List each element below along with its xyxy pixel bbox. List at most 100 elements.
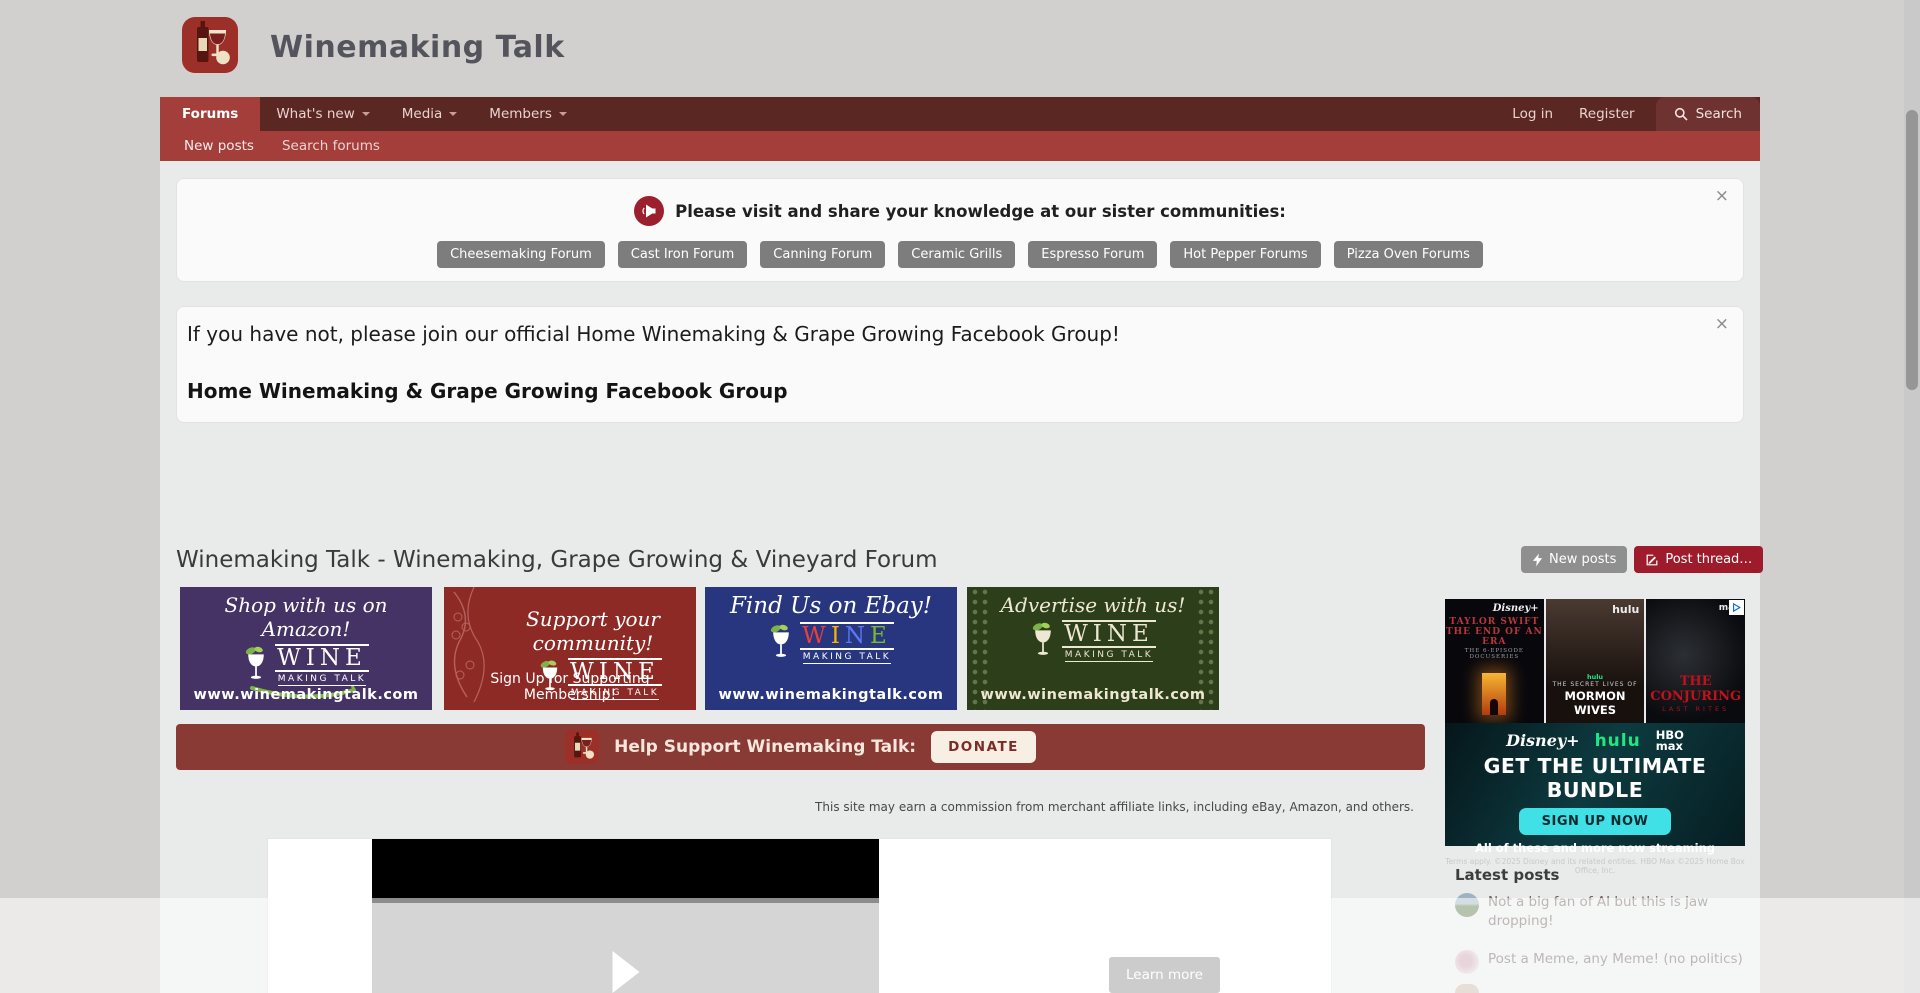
- hulu-logo-small: hulu: [1546, 673, 1645, 681]
- poster-line: THE 6-EPISODE DOCUSERIES: [1445, 648, 1544, 660]
- disney-plus-logo: Disney+: [1506, 731, 1579, 750]
- lightning-bolt-icon: [1532, 553, 1543, 567]
- sister-communities-notice: × Please visit and share your knowledge …: [176, 178, 1744, 282]
- log-in-link[interactable]: Log in: [1499, 97, 1566, 131]
- poster-conjuring: max THE CONJURING LAST RITES: [1646, 599, 1745, 723]
- poster-taylor-swift: Disney+ TAYLOR SWIFT THE END OF AN ERA T…: [1445, 599, 1544, 723]
- register-link[interactable]: Register: [1566, 97, 1648, 131]
- scrollbar[interactable]: [1904, 0, 1920, 993]
- close-icon[interactable]: ×: [1715, 316, 1729, 333]
- banner-headline: Shop with us on Amazon!: [180, 593, 432, 641]
- nav-right: Log in Register Search: [1499, 97, 1760, 131]
- video-player[interactable]: [372, 839, 879, 993]
- latest-post-title: Post a Meme, any Meme! (no politics): [1488, 950, 1743, 974]
- adchoices-icon[interactable]: [1729, 600, 1744, 615]
- wine-logo-main: WINE: [1062, 620, 1156, 648]
- nav-tab-whats-new-label: What's new: [276, 106, 354, 122]
- poster-line: LAST RITES: [1646, 705, 1745, 713]
- cheesemaking-forum-button[interactable]: Cheesemaking Forum: [437, 241, 605, 268]
- video-letterbox: [372, 839, 879, 903]
- ad-posters: Disney+ TAYLOR SWIFT THE END OF AN ERA T…: [1445, 599, 1745, 723]
- nav-tab-forums[interactable]: Forums: [160, 97, 260, 131]
- post-thread-button-label: Post thread…: [1665, 552, 1752, 567]
- banner-headline: Find Us on Ebay!: [705, 593, 957, 619]
- notice-message: Please visit and share your knowledge at…: [675, 202, 1286, 221]
- nav-tab-media-label: Media: [402, 106, 443, 122]
- banner-headline: Advertise with us!: [967, 593, 1219, 617]
- sign-up-now-button[interactable]: SIGN UP NOW: [1519, 808, 1672, 835]
- new-posts-button-label: New posts: [1549, 552, 1616, 567]
- community-buttons: Cheesemaking Forum Cast Iron Forum Canni…: [177, 241, 1743, 268]
- facebook-notice-text: If you have not, please join our officia…: [187, 322, 1713, 346]
- cast-iron-forum-button[interactable]: Cast Iron Forum: [618, 241, 747, 268]
- page-title: Winemaking Talk - Winemaking, Grape Grow…: [176, 547, 938, 573]
- site-title: Winemaking Talk: [270, 30, 565, 65]
- pizza-oven-forums-button[interactable]: Pizza Oven Forums: [1334, 241, 1483, 268]
- notice-header: Please visit and share your knowledge at…: [177, 179, 1743, 226]
- facebook-group-notice: × If you have not, please join our offic…: [176, 306, 1744, 423]
- nav-tab-forums-label: Forums: [182, 106, 238, 122]
- wine-glass-icon: [768, 622, 794, 660]
- latest-post-item[interactable]: Post a Meme, any Meme! (no politics): [1455, 950, 1744, 974]
- donate-label: Help Support Winemaking Talk:: [614, 737, 916, 757]
- donate-button[interactable]: DONATE: [931, 731, 1036, 763]
- hulu-logo: hulu: [1612, 603, 1639, 616]
- latest-posts-heading: Latest posts: [1455, 866, 1559, 884]
- chevron-down-icon: [362, 112, 370, 120]
- subnav-search-forums[interactable]: Search forums: [282, 138, 380, 154]
- amazon-banner-ad[interactable]: Shop with us on Amazon! WINE Making Talk…: [180, 587, 432, 710]
- post-thread-button[interactable]: Post thread…: [1634, 546, 1763, 573]
- search-button[interactable]: Search: [1656, 97, 1760, 131]
- poster-line: MORMON WIVES: [1546, 689, 1645, 717]
- chevron-down-icon: [449, 112, 457, 120]
- canning-forum-button[interactable]: Canning Forum: [760, 241, 885, 268]
- site-logo-small: [565, 730, 599, 764]
- edit-pencil-icon: [1645, 553, 1659, 567]
- streaming-bundle-ad[interactable]: Disney+ TAYLOR SWIFT THE END OF AN ERA T…: [1445, 599, 1745, 846]
- site-logo[interactable]: [182, 17, 238, 73]
- supporting-membership-banner[interactable]: Support your community! WINE Making Talk…: [444, 587, 696, 710]
- page: Winemaking Talk Forums What's new Media …: [0, 0, 1920, 993]
- nav-tab-media[interactable]: Media: [386, 97, 474, 131]
- video-ad-card: Learn more: [267, 838, 1332, 993]
- facebook-group-link[interactable]: Home Winemaking & Grape Growing Facebook…: [187, 379, 788, 403]
- wine-logo-sub: Making Talk: [278, 674, 366, 686]
- ad-headline: GET THE ULTIMATE BUNDLE: [1445, 754, 1745, 802]
- wine-glass-icon: [1030, 620, 1056, 658]
- advertise-banner-ad[interactable]: Advertise with us! WINE Making Talk www.…: [967, 587, 1219, 710]
- subnav-new-posts[interactable]: New posts: [184, 138, 254, 154]
- megaphone-icon: [634, 196, 664, 226]
- wine-logo-main: WINE: [275, 644, 369, 672]
- chevron-down-icon: [559, 112, 567, 120]
- close-icon[interactable]: ×: [1715, 188, 1729, 205]
- banner-headline: Support your community!: [444, 607, 696, 655]
- ad-tagline: All of these and more now streaming: [1445, 841, 1745, 855]
- latest-post-title: Not a big fan of AI but this is jaw drop…: [1488, 893, 1724, 931]
- scrollbar-thumb[interactable]: [1906, 110, 1918, 390]
- wine-logo-sub: Making Talk: [803, 652, 891, 664]
- wine-logo: WINE Making Talk: [180, 644, 432, 686]
- learn-more-button[interactable]: Learn more: [1109, 957, 1220, 993]
- poster-line: THE CONJURING: [1646, 674, 1745, 704]
- new-posts-button[interactable]: New posts: [1521, 546, 1627, 573]
- ebay-banner-ad[interactable]: Find Us on Ebay! WINE Making Talk www.wi…: [705, 587, 957, 710]
- poster-line: THE SECRET LIVES OF: [1546, 681, 1645, 688]
- wine-glass-icon: [243, 644, 269, 682]
- main-nav: Forums What's new Media Members Log in R…: [160, 97, 1760, 131]
- sub-nav: New posts Search forums: [160, 131, 1760, 161]
- espresso-forum-button[interactable]: Espresso Forum: [1028, 241, 1157, 268]
- ceramic-grills-button[interactable]: Ceramic Grills: [898, 241, 1015, 268]
- latest-post-item[interactable]: Not a big fan of AI but this is jaw drop…: [1455, 893, 1744, 931]
- avatar: [1455, 893, 1479, 917]
- hulu-logo: hulu: [1595, 731, 1641, 751]
- play-icon[interactable]: [612, 951, 639, 993]
- wine-logo: WINE Making Talk: [705, 622, 957, 664]
- hot-pepper-forums-button[interactable]: Hot Pepper Forums: [1170, 241, 1320, 268]
- poster-line: TAYLOR SWIFT: [1445, 617, 1544, 627]
- nav-tab-whats-new[interactable]: What's new: [260, 97, 385, 131]
- hbo-max-logo: HBO max: [1656, 730, 1684, 751]
- search-label: Search: [1696, 106, 1742, 122]
- nav-tab-members[interactable]: Members: [473, 97, 583, 131]
- avatar: [1455, 950, 1479, 974]
- donate-bar: Help Support Winemaking Talk: DONATE: [176, 724, 1425, 770]
